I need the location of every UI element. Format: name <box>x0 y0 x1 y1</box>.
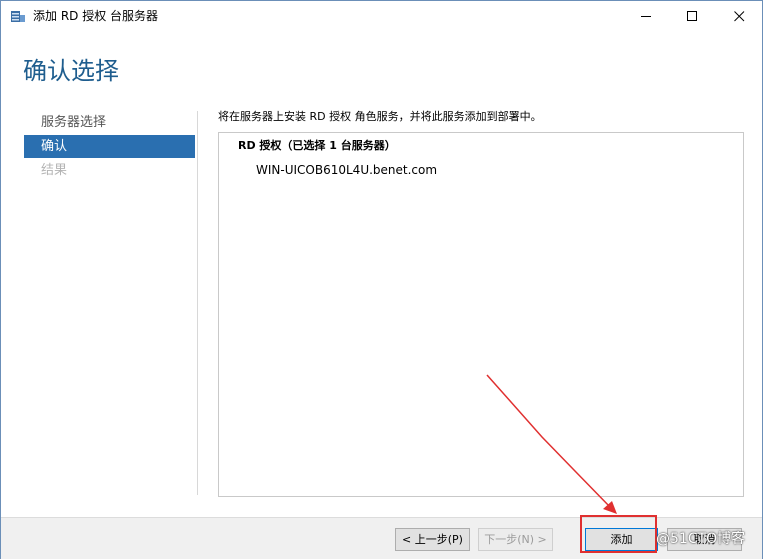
confirmation-description: 将在服务器上安装 RD 授权 角色服务，并将此服务添加到部署中。 <box>218 110 542 123</box>
nav-item-server-selection[interactable]: 服务器选择 <box>24 111 195 134</box>
next-button[interactable]: 下一步(N) > <box>478 528 553 551</box>
role-service-heading: RD 授权（已选择 1 台服务器） <box>238 139 396 152</box>
watermark: @51CTO博客 <box>656 531 746 547</box>
minimize-icon <box>640 15 651 17</box>
close-button[interactable] <box>716 1 762 31</box>
window-title: 添加 RD 授权 台服务器 <box>33 9 159 23</box>
title-bar: 添加 RD 授权 台服务器 <box>1 1 762 31</box>
wizard-nav: 服务器选择 确认 结果 <box>24 111 195 183</box>
previous-button[interactable]: < 上一步(P) <box>395 528 470 551</box>
selection-panel: RD 授权（已选择 1 台服务器） WIN-UICOB610L4U.benet.… <box>218 132 744 497</box>
page-title: 确认选择 <box>23 57 119 85</box>
maximize-button[interactable] <box>669 1 715 31</box>
nav-divider <box>197 111 198 495</box>
maximize-icon <box>686 10 697 21</box>
nav-item-results: 结果 <box>41 163 68 178</box>
nav-item-confirmation[interactable]: 确认 <box>24 135 195 158</box>
add-button-highlight <box>580 515 657 553</box>
wizard-window: 添加 RD 授权 台服务器 确认选择 服务器选择 确认 结果 将在服务器上安装 … <box>0 0 763 559</box>
server-manager-icon <box>10 8 26 24</box>
server-name: WIN-UICOB610L4U.benet.com <box>256 163 438 177</box>
close-icon <box>733 10 744 21</box>
minimize-button[interactable] <box>623 1 669 31</box>
